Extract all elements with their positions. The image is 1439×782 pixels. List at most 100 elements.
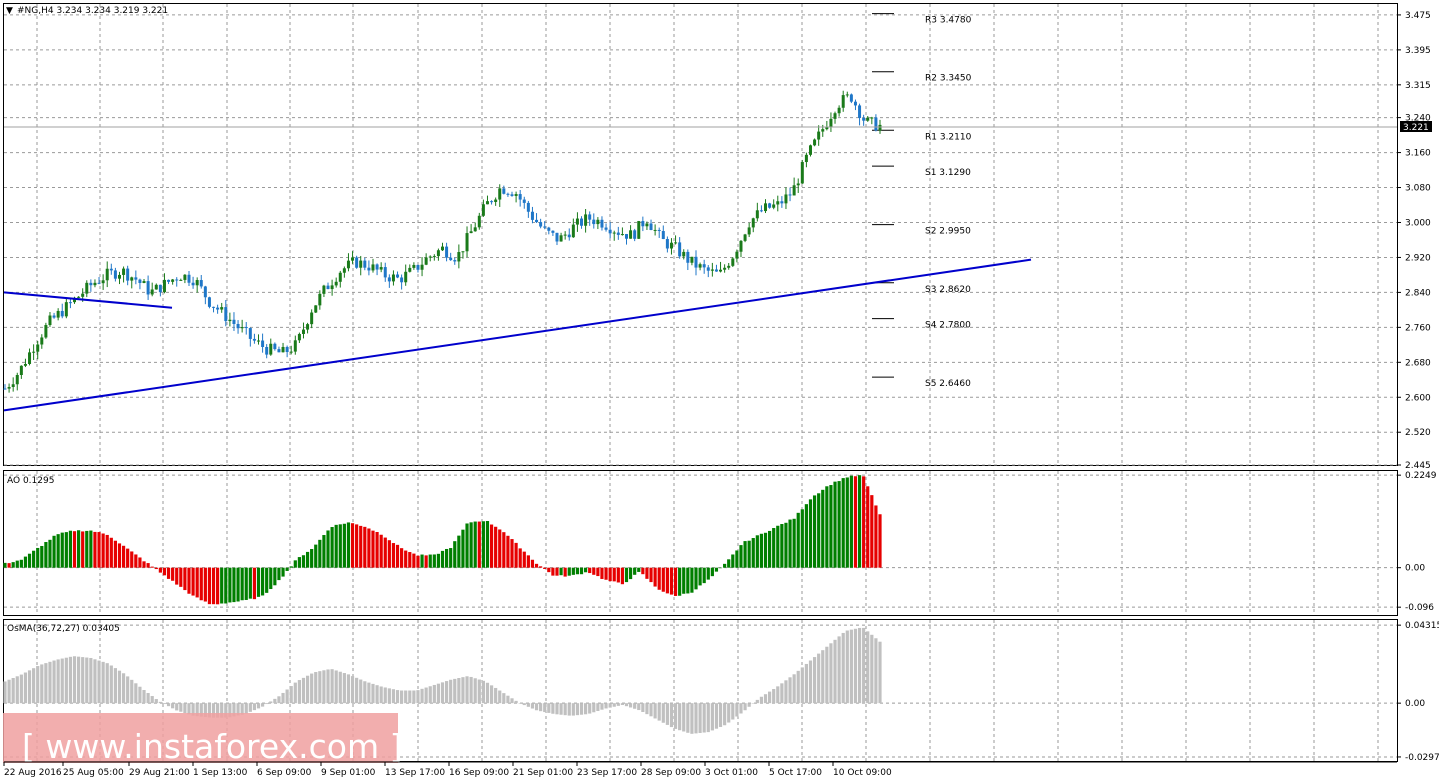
ao-bar-down — [494, 526, 498, 568]
bull-candle — [240, 327, 244, 329]
ao-bar-up — [76, 530, 81, 568]
bull-candle — [420, 264, 424, 270]
osma-bar — [449, 679, 453, 704]
osma-bar — [567, 703, 571, 716]
time-tick-label: 5 Oct 17:00 — [769, 768, 822, 778]
bull-candle — [228, 319, 232, 322]
ao-bar-up — [232, 567, 236, 603]
ao-bar-up — [710, 567, 714, 577]
trading-chart[interactable]: 3.4753.3953.3153.2403.1603.0803.0002.920… — [0, 0, 1439, 782]
time-tick-label: 9 Sep 01:00 — [321, 768, 376, 778]
bear-candle — [244, 327, 248, 329]
osma-bar — [375, 685, 379, 704]
osma-bar — [592, 703, 596, 713]
bull-candle — [391, 274, 395, 282]
bear-candle — [445, 246, 449, 258]
bull-candle — [612, 232, 616, 234]
price-panel[interactable]: 3.4753.3953.3153.2403.1603.0803.0002.920… — [3, 3, 1433, 472]
bear-candle — [768, 203, 772, 208]
osma-bar — [481, 680, 485, 704]
ao-y-tick-label: 0.2249 — [1405, 471, 1437, 481]
osma-bar — [616, 703, 620, 706]
ao-bar-down — [530, 559, 535, 568]
bull-candle — [281, 346, 285, 353]
bear-candle — [191, 282, 195, 286]
bear-candle — [608, 229, 612, 234]
support-trendline — [3, 258, 1032, 412]
ao-bar-up — [457, 535, 461, 568]
osma-bar — [322, 670, 326, 704]
osma-bar — [772, 689, 776, 704]
osma-bar — [690, 703, 694, 734]
ao-bar-down — [134, 554, 138, 568]
osma-bar — [3, 681, 7, 704]
osma-bar — [126, 676, 130, 704]
time-tick-label: 21 Sep 01:00 — [513, 768, 573, 778]
osma-bar — [817, 653, 821, 704]
ao-bar-up — [23, 556, 28, 568]
bear-candle — [592, 219, 596, 225]
osma-bar — [563, 703, 567, 716]
osma-bar — [15, 676, 19, 704]
bear-candle — [89, 282, 93, 286]
osma-bar — [109, 665, 113, 704]
bull-candle — [808, 145, 812, 155]
ao-y-tick-label: 0.00 — [1405, 564, 1425, 574]
bull-candle — [306, 324, 310, 330]
bull-candle — [817, 131, 821, 140]
bear-candle — [686, 251, 690, 263]
bear-candle — [788, 194, 792, 196]
triangle-down-icon[interactable]: ▼ — [6, 6, 13, 16]
ao-bar-up — [702, 567, 706, 584]
osma-bar — [334, 670, 338, 704]
time-tick-label: 29 Aug 21:00 — [129, 768, 190, 778]
ao-bar-up — [800, 509, 804, 568]
ao-bar-down — [416, 555, 420, 568]
ao-bar-up — [575, 567, 580, 575]
ao-bar-up — [768, 530, 772, 568]
osma-bar — [710, 703, 714, 731]
osma-bar — [60, 658, 64, 704]
osma-bar — [404, 690, 408, 704]
ao-bar-down — [183, 567, 187, 591]
osma-bar — [285, 689, 289, 704]
ao-panel[interactable]: 0.2249 0.00 -0.096 AO 0.1295 — [3, 470, 1437, 616]
price-y-tick-label: 3.080 — [1405, 184, 1431, 194]
ao-bar-up — [628, 567, 633, 580]
osma-bar — [105, 663, 109, 704]
bull-candle — [371, 264, 375, 271]
ao-bar-up — [85, 530, 89, 568]
osma-bar — [154, 699, 158, 704]
osma-bar — [571, 703, 575, 716]
osma-bar — [645, 703, 649, 715]
ao-bar-down — [616, 567, 620, 583]
bear-candle — [714, 269, 718, 272]
trendlines[interactable] — [3, 258, 1032, 412]
bear-candle — [580, 218, 584, 226]
bear-candle — [547, 227, 551, 231]
bear-candle — [134, 277, 138, 280]
ao-bar-down — [612, 567, 616, 582]
bull-candle — [596, 219, 600, 225]
osma-bar — [759, 696, 764, 704]
bull-candle — [293, 340, 297, 352]
ao-bar-down — [158, 567, 162, 573]
current-price-marker: 3.221 — [4, 121, 1432, 133]
osma-bar — [52, 660, 56, 704]
ao-bar-up — [678, 567, 682, 596]
osma-bar — [424, 687, 428, 704]
ao-bar-down — [142, 561, 146, 568]
ao-bar-up — [449, 548, 453, 568]
price-y-tick-label: 2.520 — [1405, 428, 1431, 438]
bull-candle — [257, 340, 261, 342]
bull-candle — [698, 264, 702, 268]
ao-bar-up — [825, 486, 829, 568]
ao-bar-up — [342, 523, 346, 568]
osma-bar — [743, 703, 747, 711]
osma-bar — [305, 675, 310, 704]
osma-bar — [575, 703, 580, 716]
osma-bar — [260, 703, 265, 707]
ao-bar-up — [56, 534, 60, 568]
ao-bar-down — [653, 567, 657, 587]
bull-candle — [837, 107, 841, 114]
